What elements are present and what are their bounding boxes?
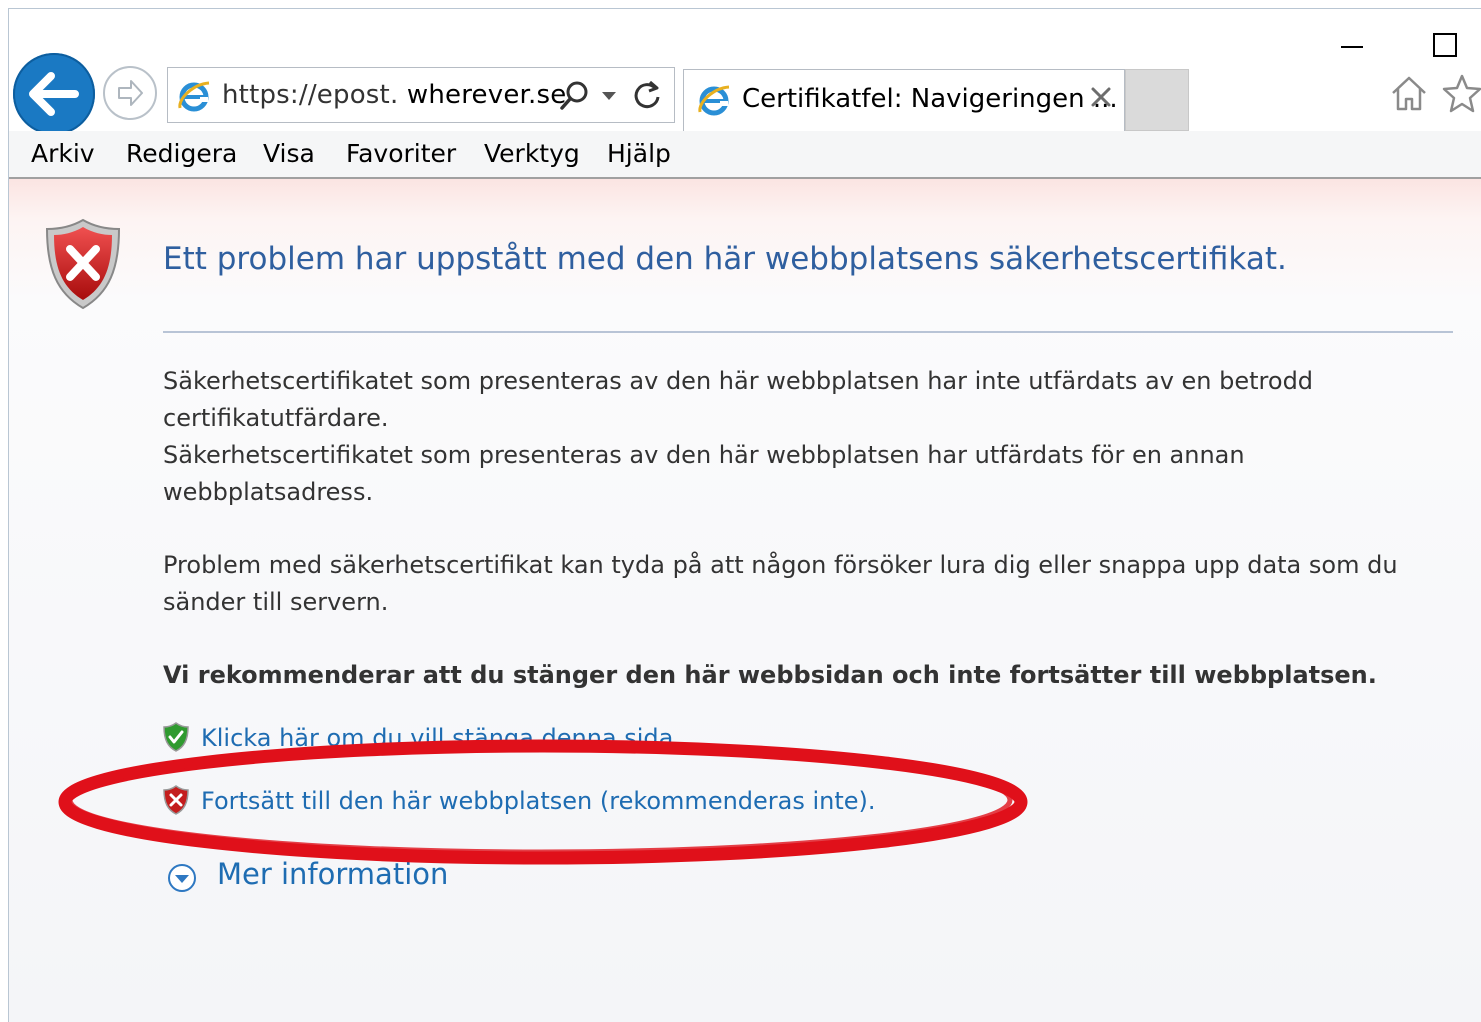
page-title: Ett problem har uppstått med den här web… bbox=[163, 241, 1287, 277]
chevron-down-circle-icon[interactable] bbox=[167, 863, 197, 893]
shield-error-icon bbox=[163, 785, 189, 815]
shield-check-icon bbox=[163, 722, 189, 752]
address-url[interactable]: https://epost. wherever.se bbox=[222, 80, 566, 110]
new-tab-button[interactable] bbox=[1125, 69, 1189, 131]
paragraph-untrusted-issuer: Säkerhetscertifikatet som presenteras av… bbox=[163, 367, 1314, 432]
home-icon[interactable] bbox=[1389, 73, 1429, 113]
navigation-bar: https://epost. wherever.se Certifikatfel… bbox=[9, 9, 1481, 135]
menu-item-favoriter[interactable]: Favoriter bbox=[346, 139, 456, 168]
address-host: wherever.se bbox=[406, 80, 567, 110]
minimize-button[interactable] bbox=[1339, 33, 1367, 61]
browser-window: https://epost. wherever.se Certifikatfel… bbox=[8, 8, 1481, 1022]
tab-title: Certifikatfel: Navigeringen ... bbox=[742, 84, 1118, 114]
shield-error-icon bbox=[45, 218, 121, 310]
menu-item-hjalp[interactable]: Hjälp bbox=[607, 139, 671, 168]
menu-bar: Arkiv Redigera Visa Favoriter Verktyg Hj… bbox=[9, 131, 1481, 179]
menu-item-arkiv[interactable]: Arkiv bbox=[31, 139, 95, 168]
back-button[interactable] bbox=[13, 53, 95, 135]
chevron-down-icon[interactable] bbox=[602, 92, 616, 100]
maximize-button[interactable] bbox=[1429, 29, 1461, 61]
divider bbox=[163, 331, 1453, 333]
search-icon[interactable] bbox=[558, 78, 592, 112]
star-icon[interactable] bbox=[1441, 73, 1481, 113]
address-scheme: https://epost. bbox=[222, 80, 399, 110]
continue-to-site-link[interactable]: Fortsätt till den här webbplatsen (rekom… bbox=[201, 787, 876, 815]
arrow-left-icon bbox=[29, 72, 79, 116]
paragraph-risk-warning: Problem med säkerhetscertifikat kan tyda… bbox=[163, 551, 1398, 616]
ie-logo-icon bbox=[698, 85, 730, 116]
tab-certificate-error[interactable]: Certifikatfel: Navigeringen ... bbox=[683, 69, 1125, 131]
certificate-error-page: Ett problem har uppstått med den här web… bbox=[9, 179, 1481, 1022]
close-icon[interactable] bbox=[1088, 84, 1114, 110]
refresh-icon[interactable] bbox=[630, 78, 664, 112]
menu-item-visa[interactable]: Visa bbox=[263, 139, 315, 168]
paragraph-address-mismatch: Säkerhetscertifikatet som presenteras av… bbox=[163, 441, 1245, 506]
address-bar[interactable]: https://epost. wherever.se bbox=[167, 67, 675, 123]
more-information-link[interactable]: Mer information bbox=[217, 857, 448, 891]
forward-button[interactable] bbox=[103, 66, 157, 120]
menu-item-verktyg[interactable]: Verktyg bbox=[484, 139, 580, 168]
ie-logo-icon bbox=[178, 81, 210, 112]
arrow-right-icon bbox=[118, 80, 143, 106]
menu-item-redigera[interactable]: Redigera bbox=[126, 139, 237, 168]
close-page-link[interactable]: Klicka här om du vill stänga denna sida. bbox=[201, 724, 681, 752]
recommendation-text: Vi rekommenderar att du stänger den här … bbox=[163, 661, 1377, 689]
